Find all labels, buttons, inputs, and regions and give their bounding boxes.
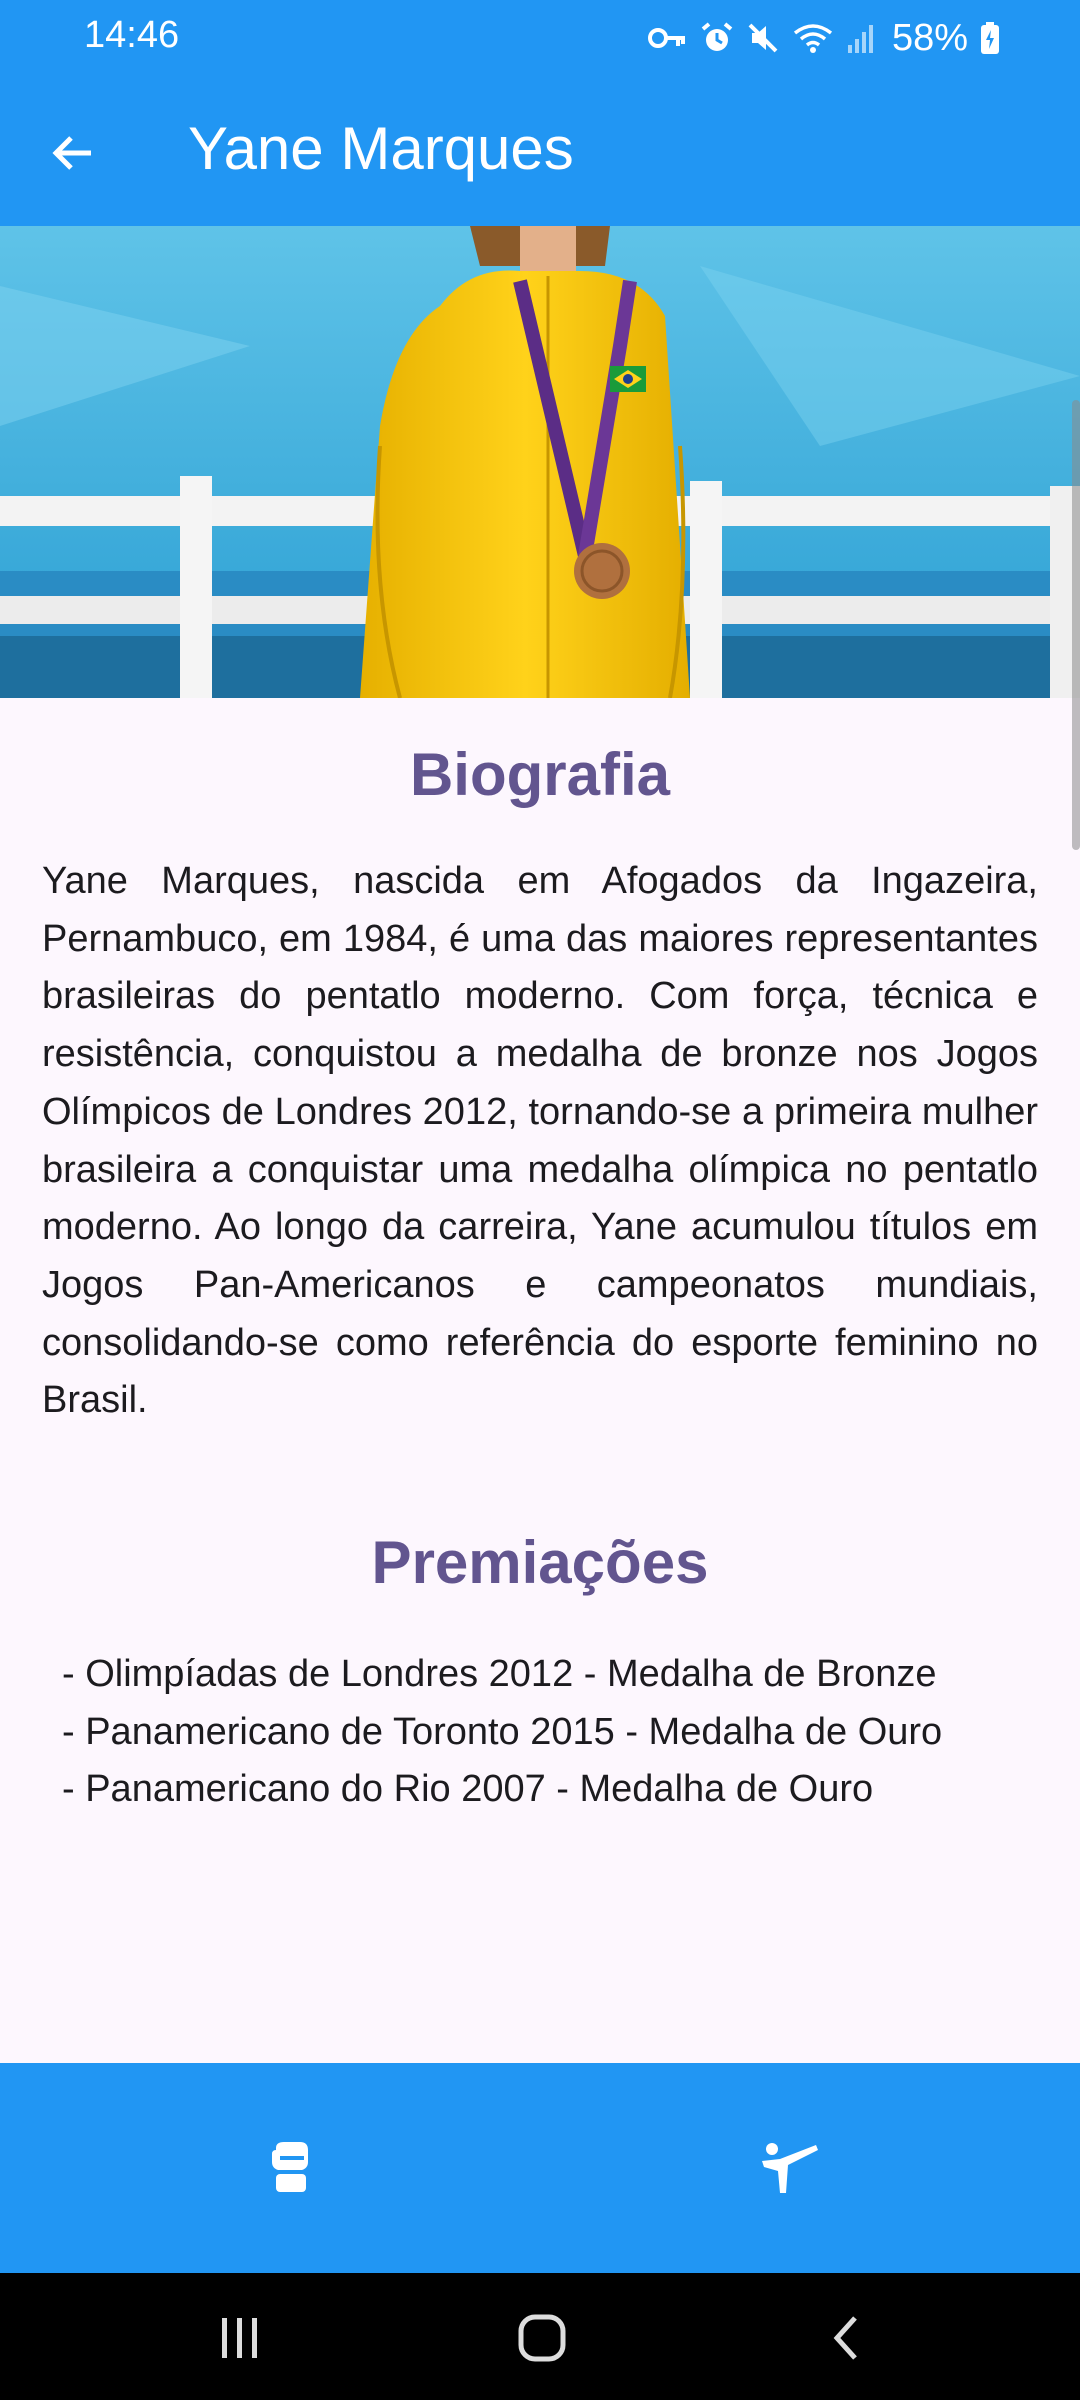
- system-back-button[interactable]: [806, 2303, 886, 2373]
- awards-heading: Premiações: [371, 1529, 709, 1596]
- chevron-left-icon: [833, 2316, 857, 2360]
- award-item: - Panamericano do Rio 2007 - Medalha de …: [62, 1768, 874, 1811]
- battery-percentage: 58%: [891, 16, 968, 59]
- mute-icon: [748, 23, 778, 53]
- scrollbar[interactable]: [1072, 400, 1080, 850]
- nav-boxing-button[interactable]: [250, 2128, 330, 2208]
- award-item: - Olimpíadas de Londres 2012 - Medalha d…: [62, 1653, 937, 1695]
- biography-text: Yane Marques, nascida em Afogados da Ing…: [42, 860, 1038, 1422]
- status-icons: 58%: [647, 16, 1000, 60]
- martial-arts-kick-icon: [762, 2143, 818, 2193]
- arrow-back-icon: [52, 136, 91, 170]
- back-button[interactable]: [38, 118, 108, 188]
- home-icon: [518, 2314, 566, 2362]
- alarm-icon: [701, 22, 733, 51]
- bottom-navigation: [0, 2063, 1080, 2273]
- status-time: 14:46: [84, 14, 180, 56]
- recent-apps-button[interactable]: [200, 2303, 280, 2373]
- athlete-photo: [0, 226, 1080, 698]
- vpn-key-icon: [647, 28, 685, 48]
- wifi-icon: [793, 24, 833, 53]
- signal-icon: [847, 25, 873, 53]
- system-navigation-bar: [0, 2273, 1080, 2400]
- award-item: - Panamericano de Toronto 2015 - Medalha…: [62, 1710, 943, 1753]
- page-title: Yane Marques: [188, 115, 574, 182]
- content-area: Biografia Yane Marques, nascida em Afoga…: [0, 698, 1080, 2063]
- boxing-glove-icon: [272, 2142, 308, 2192]
- nav-martial-arts-button[interactable]: [748, 2128, 828, 2208]
- recent-apps-icon: [222, 2318, 257, 2358]
- battery-charging-icon: [981, 22, 999, 54]
- biography-heading: Biografia: [409, 741, 671, 808]
- awards-list: - Olimpíadas de Londres 2012 - Medalha d…: [62, 1646, 942, 1819]
- app-bar: Yane Marques: [0, 76, 1080, 226]
- status-bar: 14:46 58%: [0, 0, 1080, 76]
- home-button[interactable]: [502, 2303, 582, 2373]
